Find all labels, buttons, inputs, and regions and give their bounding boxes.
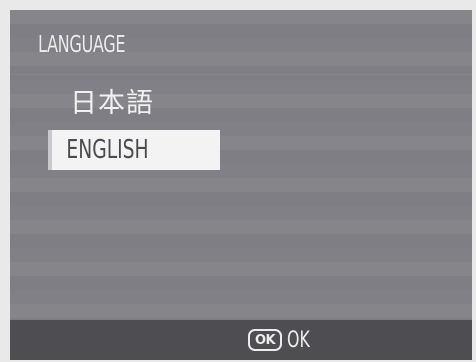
language-option-japanese[interactable]: 日本語 xyxy=(52,84,154,124)
language-option-label: ENGLISH xyxy=(66,135,149,165)
footer-bar: OK OK xyxy=(10,320,472,360)
menu-title: LANGUAGE xyxy=(38,32,126,58)
title-divider xyxy=(10,74,472,75)
ok-label: OK xyxy=(287,327,310,353)
language-option-label: 日本語 xyxy=(70,88,154,119)
ok-button[interactable]: OK OK xyxy=(248,326,316,354)
camera-menu-screen: LANGUAGE 日本語 ENGLISH OK OK xyxy=(10,10,472,360)
ok-button-icon: OK xyxy=(248,329,282,351)
language-option-english[interactable]: ENGLISH xyxy=(52,130,220,170)
